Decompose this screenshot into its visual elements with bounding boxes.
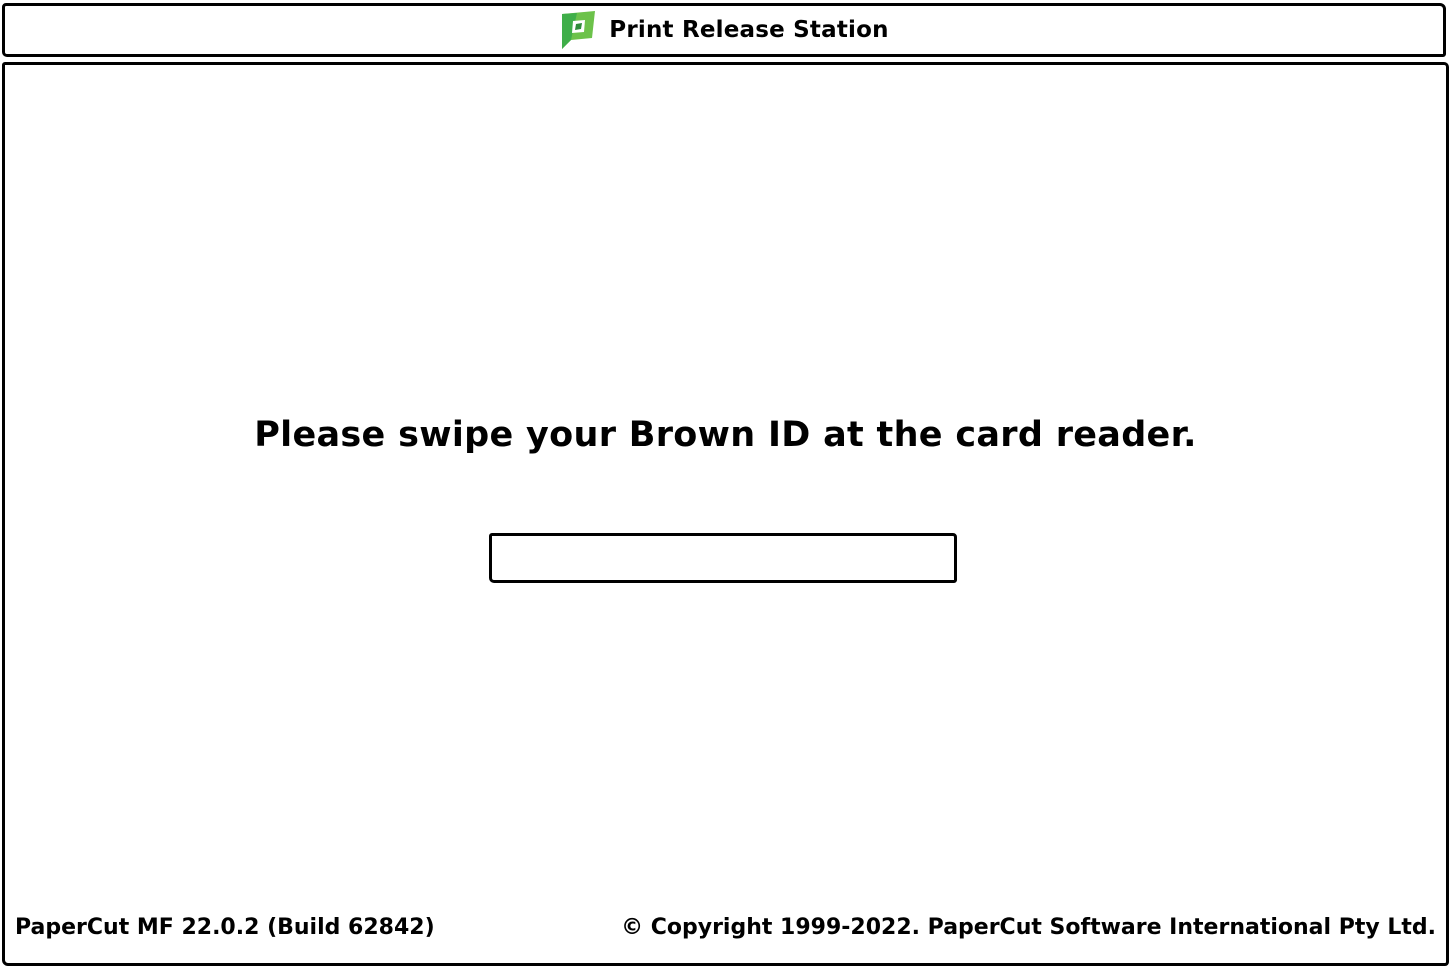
- copyright-label: © Copyright 1999-2022. PaperCut Software…: [621, 915, 1436, 940]
- papercut-logo-icon: [559, 10, 597, 50]
- main-panel: Please swipe your Brown ID at the card r…: [2, 62, 1449, 966]
- card-id-input[interactable]: [489, 533, 957, 583]
- app-title: Print Release Station: [609, 17, 889, 43]
- swipe-card-prompt: Please swipe your Brown ID at the card r…: [254, 415, 1197, 455]
- version-label: PaperCut MF 22.0.2 (Build 62842): [15, 915, 435, 940]
- header-content: Print Release Station: [5, 6, 1443, 54]
- header-bar: Print Release Station: [2, 3, 1446, 57]
